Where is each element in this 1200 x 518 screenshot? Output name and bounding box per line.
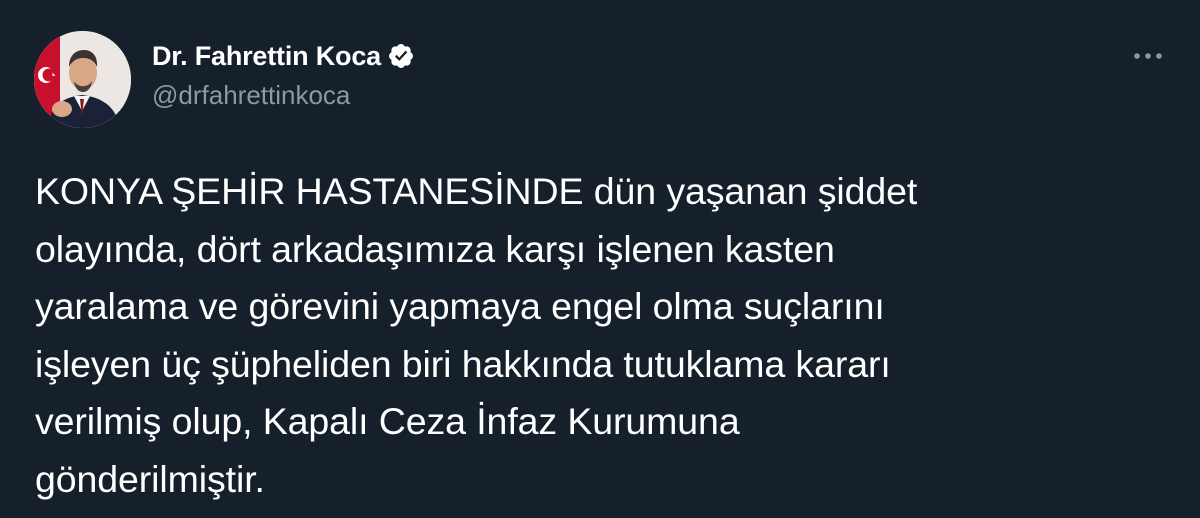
tweet-header: Dr. Fahrettin Koca @drfahrettinkoca bbox=[152, 38, 415, 111]
author-avatar[interactable] bbox=[34, 31, 131, 128]
tweet-text-line: gönderilmiştir. bbox=[35, 457, 265, 500]
more-horizontal-icon bbox=[1134, 53, 1162, 59]
profile-photo-icon bbox=[34, 31, 131, 128]
tweet-text: KONYA ŞEHİR HASTANESİNDE dün yaşanan şid… bbox=[35, 163, 1155, 508]
tweet-text-line: verilmiş olup, Kapalı Ceza İnfaz Kurumun… bbox=[35, 400, 740, 442]
tweet-card: Dr. Fahrettin Koca @drfahrettinkoca KONY… bbox=[0, 0, 1200, 518]
author-name-row: Dr. Fahrettin Koca bbox=[152, 38, 415, 74]
author-display-name[interactable]: Dr. Fahrettin Koca bbox=[152, 41, 381, 72]
tweet-text-line: yaralama ve görevini yapmaya engel olma … bbox=[35, 285, 885, 327]
more-options-button[interactable] bbox=[1130, 42, 1166, 70]
tweet-text-line: KONYA ŞEHİR HASTANESİNDE dün yaşanan şid… bbox=[35, 170, 918, 212]
verified-badge-icon bbox=[387, 42, 415, 70]
tweet-text-line: olayında, dört arkadaşımıza karşı işlene… bbox=[35, 227, 835, 270]
tweet-text-line: işleyen üç şüpheliden biri hakkında tutu… bbox=[35, 342, 891, 385]
author-handle[interactable]: @drfahrettinkoca bbox=[152, 80, 415, 111]
